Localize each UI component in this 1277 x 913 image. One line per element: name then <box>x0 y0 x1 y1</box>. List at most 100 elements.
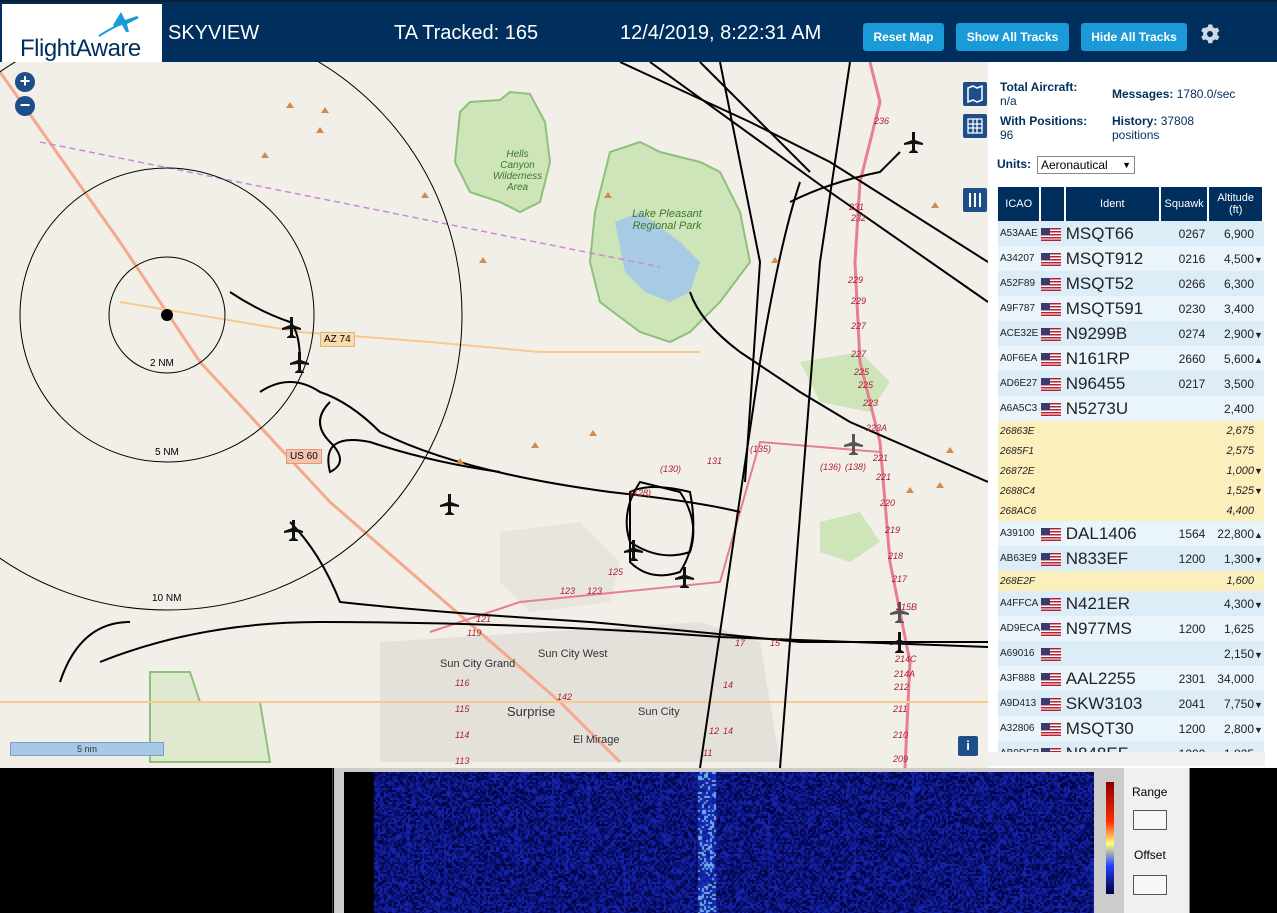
road-number-label: 115 <box>455 704 470 714</box>
squawk-cell: 0274 <box>1160 321 1210 346</box>
table-row[interactable]: A6A5C3 N5273U 2,400 <box>998 396 1264 421</box>
table-row[interactable]: A0F6EA N161RP 2660 5,600▲ <box>998 346 1264 371</box>
with-positions-stat: With Positions: 96 <box>1000 114 1087 142</box>
altitude-value: 1,000 <box>1226 465 1254 477</box>
ident-cell <box>1065 501 1161 521</box>
road-number-label: 113 <box>455 756 470 766</box>
ident-cell <box>1065 441 1161 461</box>
clock: 12/4/2019, 8:22:31 AM <box>620 22 822 44</box>
icao-cell: ACE32E <box>998 321 1042 346</box>
table-row[interactable]: A32806 MSQT30 1200 2,800▼ <box>998 716 1264 741</box>
aircraft-icon[interactable] <box>440 494 459 515</box>
altitude-value: 6,300 <box>1223 276 1254 291</box>
table-row[interactable]: A3F888 AAL2255 2301 34,000 <box>998 666 1264 691</box>
aircraft-icon[interactable] <box>844 434 863 455</box>
column-header-flag[interactable] <box>1041 187 1066 221</box>
flag-cell <box>1041 591 1066 616</box>
town-label: El Mirage <box>573 734 620 746</box>
squawk-cell <box>1160 461 1210 481</box>
aircraft-icon[interactable] <box>284 520 303 541</box>
table-row[interactable]: A52F89 MSQT52 0266 6,300 <box>998 271 1264 296</box>
table-row[interactable]: A9D413 SKW3103 2041 7,750▼ <box>998 691 1264 716</box>
ident-cell: N977MS <box>1065 616 1161 641</box>
road-number-label: 211 <box>893 704 908 714</box>
altitude-value: 7,750 <box>1223 696 1254 711</box>
ident-cell: MSQT30 <box>1065 716 1161 741</box>
column-header-squawk[interactable]: Squawk <box>1160 187 1210 221</box>
zoom-out-button[interactable]: − <box>15 96 35 116</box>
map-view[interactable]: + − 2 NM 5 NM 10 NM AZ 74 US 60 Hells Ca… <box>0 62 988 768</box>
grid-icon[interactable] <box>963 114 987 138</box>
squawk-cell: 0266 <box>1160 271 1210 296</box>
flightaware-logo[interactable]: FlightAware <box>2 4 162 62</box>
horizontal-scrollbar[interactable] <box>988 752 1265 766</box>
table-row[interactable]: AD9ECA N977MS 1200 1,625 <box>998 616 1264 641</box>
map-info-button[interactable]: i <box>958 736 978 756</box>
flag-cell <box>1041 501 1066 521</box>
chevron-down-icon: ▼ <box>1122 160 1131 170</box>
ident-cell: MSQT66 <box>1065 221 1161 246</box>
table-row[interactable]: 26863E 2,675 <box>998 421 1264 441</box>
table-row[interactable]: A34207 MSQT912 0216 4,500▼ <box>998 246 1264 271</box>
road-number-label: 14 <box>723 726 734 736</box>
map-layers-icon[interactable] <box>963 82 987 106</box>
altitude-cell: 6,900 <box>1209 221 1264 246</box>
aircraft-table-body: A53AAE MSQT66 0267 6,900 A34207 MSQT912 0216 4,… <box>998 221 1264 766</box>
table-row[interactable]: A53AAE MSQT66 0267 6,900 <box>998 221 1264 246</box>
us-flag-icon <box>1041 377 1062 391</box>
column-header-altitude[interactable]: Altitude (ft) <box>1209 187 1264 221</box>
squawk-cell: 1564 <box>1160 521 1210 546</box>
altitude-cell: 4,400 <box>1209 501 1264 521</box>
road-number-label: 225 <box>854 367 870 377</box>
table-row[interactable]: 268E2F 1,600 <box>998 571 1264 591</box>
header-bar: FlightAware SKYVIEW TA Tracked: 165 12/4… <box>0 0 1277 62</box>
range-slider[interactable] <box>1133 810 1167 830</box>
town-label: Surprise <box>507 704 556 719</box>
flag-cell <box>1041 221 1066 246</box>
column-header-ident[interactable]: Ident <box>1065 187 1161 221</box>
squawk-cell <box>1160 641 1210 666</box>
altitude-trend-icon: ▼ <box>1254 554 1263 565</box>
table-row[interactable]: 26872E 1,000▼ <box>998 461 1264 481</box>
altitude-cell: 4,500▼ <box>1209 246 1264 271</box>
total-aircraft-value: n/a <box>1000 94 1017 108</box>
offset-slider[interactable] <box>1133 875 1167 895</box>
table-row[interactable]: AB63E9 N833EF 1200 1,300▼ <box>998 546 1264 571</box>
aircraft-icon[interactable] <box>290 352 309 373</box>
table-row[interactable]: 2685F1 2,575 <box>998 441 1264 461</box>
range-ring-label: 5 NM <box>155 447 179 458</box>
park-label: Lake Pleasant Regional Park <box>632 208 702 232</box>
aircraft-icon[interactable] <box>904 132 923 153</box>
ident-cell <box>1065 481 1161 501</box>
table-row[interactable]: ACE32E N9299B 0274 2,900▼ <box>998 321 1264 346</box>
icao-cell: 2685F1 <box>998 441 1042 461</box>
reset-map-button[interactable]: Reset Map <box>863 23 944 51</box>
gear-icon[interactable] <box>1198 22 1222 46</box>
table-row[interactable]: 268AC6 4,400 <box>998 501 1264 521</box>
icao-cell: A52F89 <box>998 271 1042 296</box>
altitude-value: 4,400 <box>1226 505 1254 517</box>
aircraft-table: ICAO Ident Squawk Altitude (ft) A53AAE MS… <box>998 187 1264 766</box>
table-row[interactable]: A39100 DAL1406 1564 22,800▲ <box>998 521 1264 546</box>
waterfall-controls: Range Offset <box>1106 768 1190 913</box>
zoom-in-button[interactable]: + <box>15 72 35 92</box>
squawk-cell <box>1160 591 1210 616</box>
units-label: Units: <box>997 157 1031 171</box>
flag-cell <box>1041 271 1066 296</box>
table-row[interactable]: A4FFCA N421ER 4,300▼ <box>998 591 1264 616</box>
columns-toggle-icon[interactable] <box>963 188 987 212</box>
table-row[interactable]: A9F787 MSQT591 0230 3,400 <box>998 296 1264 321</box>
column-header-icao[interactable]: ICAO <box>998 187 1042 221</box>
squawk-cell: 0216 <box>1160 246 1210 271</box>
waterfall-right-blank <box>1190 768 1277 913</box>
history-label: History: <box>1112 114 1158 128</box>
waterfall-spectrum <box>344 772 1094 913</box>
hide-all-tracks-button[interactable]: Hide All Tracks <box>1081 23 1187 51</box>
table-row[interactable]: AD6E27 N96455 0217 3,500 <box>998 371 1264 396</box>
units-select[interactable]: Aeronautical ▼ <box>1037 156 1135 174</box>
show-all-tracks-button[interactable]: Show All Tracks <box>956 23 1069 51</box>
table-row[interactable]: 2688C4 1,525▼ <box>998 481 1264 501</box>
altitude-value: 2,675 <box>1226 425 1254 437</box>
table-row[interactable]: A69016 2,150▼ <box>998 641 1264 666</box>
aircraft-icon[interactable] <box>624 540 643 561</box>
